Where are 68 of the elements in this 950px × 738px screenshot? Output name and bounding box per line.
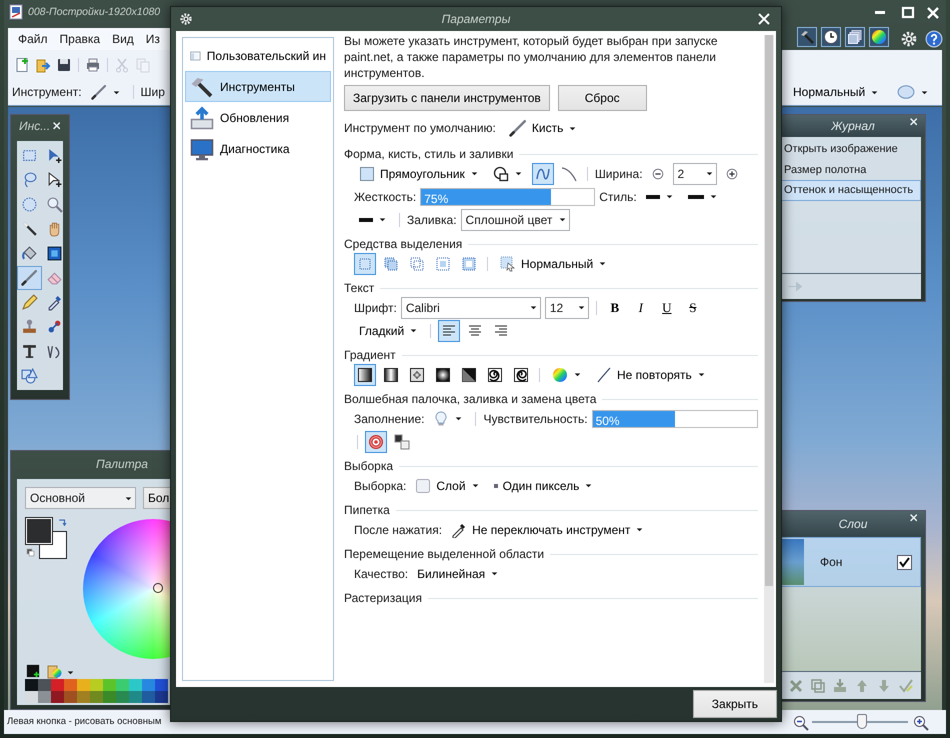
section-title: Пипетка <box>344 502 390 519</box>
field-label: Инструмент по умолчанию: <box>344 120 496 137</box>
field-label: Стиль: <box>599 188 637 206</box>
field-label: Жесткость: <box>354 188 416 206</box>
combo-box[interactable]: 12 <box>544 296 589 318</box>
section-title: Волшебная палочка, заливка и замена цвета <box>344 391 596 408</box>
dropdown[interactable]: Не повторять <box>591 364 711 386</box>
menu-item[interactable]: Файл <box>18 30 48 48</box>
status-text: Левая кнопка - рисовать основным <box>7 715 162 729</box>
section-title: Перемещение выделенной области <box>344 546 544 563</box>
default-tool-dropdown[interactable]: Кисть <box>504 117 582 139</box>
dropdown[interactable]: Прямоугольник <box>354 162 484 184</box>
field-label: После нажатия: <box>354 522 442 538</box>
nav-item[interactable]: Диагностика <box>185 133 331 164</box>
dropdown[interactable]: Не переключать инструмент <box>446 518 650 540</box>
slider-value: 50% <box>596 412 620 430</box>
close-dialog-button[interactable]: Закрыть <box>692 690 777 718</box>
field-label: Заливка: <box>407 212 457 228</box>
field-label: Заполнение: <box>354 410 424 428</box>
dialog-button[interactable]: Загрузить с панели инструментов <box>344 85 550 111</box>
section-title: Выборка <box>344 458 394 475</box>
dropdown[interactable]: Один пиксель <box>488 474 598 496</box>
section-title: Растеризация <box>344 590 422 607</box>
menu-item[interactable]: Вид <box>112 30 134 48</box>
panel-title: Инс... <box>19 118 50 135</box>
layer-name: Фон <box>820 554 844 571</box>
combo-box[interactable]: Calibri <box>400 296 541 318</box>
field-label: Чувствительность: <box>483 410 588 428</box>
combo-box[interactable]: 2 <box>672 162 717 184</box>
history-item[interactable]: Оттенок и насыщенность <box>781 180 921 200</box>
panel-title: Палитра <box>96 456 148 473</box>
color-mode-select[interactable]: Основной <box>25 487 136 509</box>
dropdown[interactable]: Билинейная <box>412 562 504 584</box>
dialog-title: Параметры <box>442 11 510 28</box>
width-label: Шир <box>140 84 165 101</box>
format-button[interactable]: B <box>604 296 626 318</box>
panel-title: Журнал <box>831 118 875 135</box>
history-item[interactable]: Открыть изображение <box>781 139 921 160</box>
field-label: Качество: <box>354 566 408 582</box>
format-button[interactable]: S <box>682 296 704 318</box>
combo-box[interactable]: Сплошной цвет <box>460 208 570 230</box>
intro-text: Вы можете указать инструмент, который будет выбран при запуске paint.net, а также параметры по умолчанию для элементов панели инструментов. <box>344 33 719 81</box>
format-button[interactable]: U <box>656 296 678 318</box>
nav-item[interactable]: Пользовательский ин <box>185 40 331 71</box>
dropdown[interactable]: Гладкий <box>354 320 424 342</box>
nav-item[interactable]: Обновления <box>185 102 331 133</box>
format-button[interactable]: I <box>630 296 652 318</box>
more-button[interactable]: Бол <box>143 487 173 509</box>
section-title: Форма, кисть, стиль и заливки <box>344 146 514 163</box>
blend-mode-dropdown[interactable]: Нормальный <box>788 81 884 103</box>
layer-row[interactable]: Фон <box>781 537 921 587</box>
field-label: Выборка: <box>354 478 406 494</box>
section-title: Средства выделения <box>344 236 462 253</box>
history-item[interactable]: Размер полотна <box>781 160 921 180</box>
dropdown[interactable]: Слой <box>410 474 485 496</box>
menu-item[interactable]: Правка <box>60 30 100 48</box>
panel-title: Слои <box>838 516 868 533</box>
slider-value: 75% <box>424 190 448 208</box>
menu-item[interactable]: Из <box>146 30 160 48</box>
dialog-button[interactable]: Сброс <box>558 85 647 111</box>
section-title: Текст <box>344 280 374 297</box>
tool-label: Инструмент: <box>12 84 82 101</box>
nav-item[interactable]: Инструменты <box>185 71 331 102</box>
field-label: Ширина: <box>594 166 643 182</box>
dropdown[interactable]: Нормальный <box>495 252 612 274</box>
window-title: 008-Постройки-1920x1080 <box>28 5 160 20</box>
field-label: Шрифт: <box>354 300 397 316</box>
section-title: Градиент <box>344 347 396 364</box>
